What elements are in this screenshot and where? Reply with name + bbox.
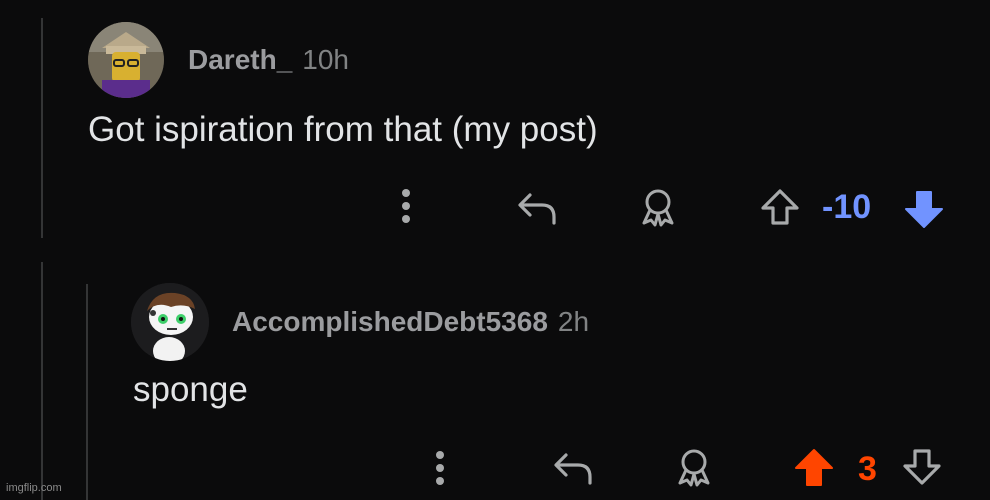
more-options-button[interactable]	[386, 186, 426, 226]
downvote-arrow-icon	[903, 449, 941, 485]
award-button[interactable]	[636, 184, 680, 230]
award-icon	[642, 189, 674, 227]
vote-score: 3	[858, 450, 877, 488]
more-vertical-icon	[402, 189, 410, 223]
timestamp: 10h	[302, 44, 349, 75]
timestamp: 2h	[557, 306, 590, 337]
thread-line[interactable]	[41, 262, 43, 500]
comment-body: sponge	[133, 370, 248, 409]
award-button[interactable]	[672, 444, 716, 490]
watermark: imgflip.com	[6, 482, 62, 494]
username[interactable]: AccomplishedDebt5368	[232, 306, 548, 338]
comment-meta: AccomplishedDebt5368 2h	[232, 306, 589, 338]
more-options-button[interactable]	[420, 448, 460, 488]
username[interactable]: Dareth_	[188, 44, 292, 76]
award-icon	[678, 449, 710, 487]
comment-body: Got ispiration from that (my post)	[88, 110, 598, 149]
downvote-arrow-icon	[905, 191, 943, 228]
more-vertical-icon	[436, 451, 444, 485]
reply-button[interactable]	[514, 186, 560, 230]
reply-button[interactable]	[550, 446, 596, 490]
thread-line[interactable]	[41, 18, 43, 238]
avatar[interactable]	[88, 22, 164, 98]
upvote-arrow-icon	[795, 449, 833, 486]
avatar[interactable]	[131, 283, 209, 361]
downvote-button[interactable]	[898, 444, 946, 490]
vote-score: -10	[822, 188, 872, 226]
comment-meta: Dareth_ 10h	[188, 44, 349, 76]
upvote-button[interactable]	[756, 184, 804, 230]
nested-thread-line[interactable]	[86, 284, 88, 500]
reply-arrow-icon	[518, 193, 556, 225]
upvote-arrow-icon	[761, 189, 799, 225]
upvote-button[interactable]	[790, 444, 838, 490]
reply-arrow-icon	[554, 453, 592, 485]
downvote-button[interactable]	[900, 186, 948, 232]
